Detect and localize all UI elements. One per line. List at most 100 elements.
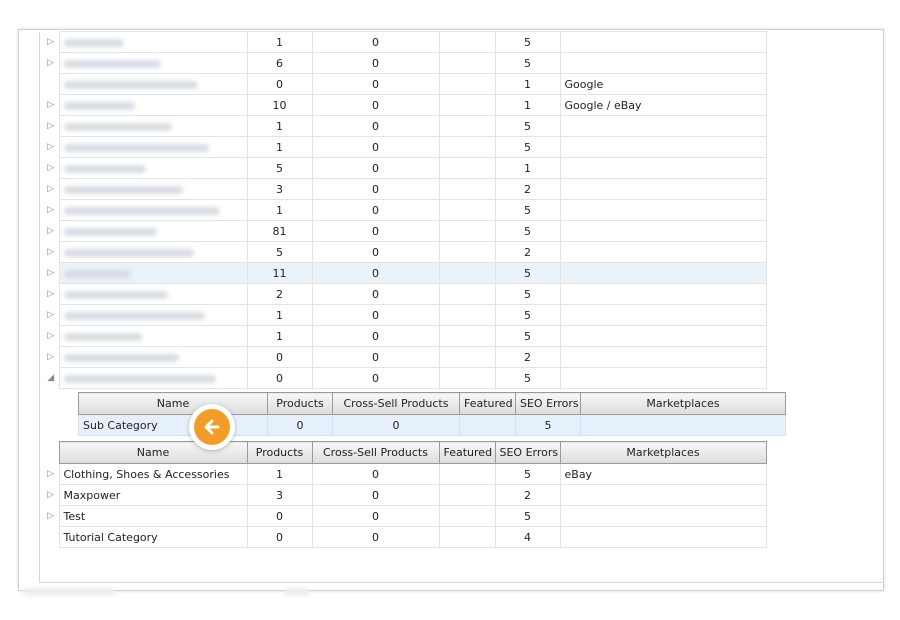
cell-seo-errors: 4 <box>494 526 561 548</box>
cell-products: 0 <box>246 73 313 95</box>
cell-name <box>58 325 248 347</box>
table-row[interactable]: Tutorial Category 0 0 4 <box>43 526 767 548</box>
expand-toggle-icon[interactable]: ▷ <box>43 179 59 200</box>
table-row[interactable]: ▷ 1 0 5 <box>43 325 767 347</box>
cell-seo-errors: 1 <box>494 94 561 116</box>
column-header-cross-sell[interactable]: Cross-Sell Products <box>311 441 440 464</box>
table-row[interactable]: ▷ 5 0 2 <box>43 241 767 263</box>
cell-cross-sell: 0 <box>311 367 440 389</box>
cell-products: 6 <box>246 52 313 74</box>
cell-seo-errors: 5 <box>494 199 561 221</box>
cell-marketplaces: Google / eBay <box>559 94 767 116</box>
table-row[interactable]: ▷ 5 0 1 <box>43 157 767 179</box>
cell-cross-sell: 0 <box>311 463 440 485</box>
table-row[interactable]: ▷ 1 0 5 <box>43 115 767 137</box>
table-row[interactable]: ▷ 1 0 5 <box>43 31 767 53</box>
table-row[interactable]: ▷ 11 0 5 <box>43 262 767 284</box>
cell-name <box>58 346 248 368</box>
table-row[interactable]: ▷ 6 0 5 <box>43 52 767 74</box>
expand-toggle-icon[interactable]: ▷ <box>43 284 59 305</box>
redacted-name <box>63 164 146 173</box>
cell-featured <box>438 241 496 263</box>
cell-marketplaces <box>559 526 767 548</box>
cell-products: 0 <box>246 367 313 389</box>
column-header-featured[interactable]: Featured <box>438 441 496 464</box>
table-row[interactable]: ▷ Test 0 0 5 <box>43 505 767 527</box>
table-row[interactable]: ▷ 1 0 5 <box>43 136 767 158</box>
column-header-products[interactable]: Products <box>246 441 313 464</box>
expand-toggle-icon[interactable]: ◢ <box>43 368 59 389</box>
column-header-seo-errors[interactable]: SEO Errors <box>515 392 581 415</box>
cell-cross-sell: 0 <box>311 157 440 179</box>
expand-toggle-icon[interactable]: ▷ <box>43 464 59 485</box>
redacted-name <box>63 143 209 152</box>
cell-name <box>58 94 248 116</box>
subcategory-row[interactable]: Sub Category 0 0 5 <box>78 414 786 436</box>
cell-marketplaces <box>559 178 767 200</box>
cell-cross-sell: 0 <box>311 505 440 527</box>
cell-featured <box>438 346 496 368</box>
cell-products: 3 <box>246 178 313 200</box>
table-row[interactable]: ▷ 3 0 2 <box>43 178 767 200</box>
expand-toggle-icon[interactable]: ▷ <box>43 200 59 221</box>
table-row[interactable]: ◢ 0 0 5 <box>43 367 767 389</box>
cell-marketplaces <box>559 136 767 158</box>
expand-toggle-icon[interactable]: ▷ <box>43 263 59 284</box>
table-row[interactable]: ▷ Maxpower 3 0 2 <box>43 484 767 506</box>
table-row[interactable]: ▷ Clothing, Shoes & Accessories 1 0 5 eBay <box>43 463 767 485</box>
redacted-name <box>63 38 124 47</box>
cell-marketplaces <box>559 505 767 527</box>
column-header-seo-errors[interactable]: SEO Errors <box>494 441 561 464</box>
cell-featured <box>438 526 496 548</box>
cell-name <box>58 115 248 137</box>
expand-toggle-icon[interactable]: ▷ <box>43 137 59 158</box>
cell-marketplaces <box>559 31 767 53</box>
cell-name: Test <box>58 505 248 527</box>
expand-toggle-icon[interactable]: ▷ <box>43 158 59 179</box>
redacted-name <box>63 332 142 341</box>
table-row[interactable]: ▷ 1 0 5 <box>43 304 767 326</box>
cell-cross-sell: 0 <box>311 73 440 95</box>
cell-seo-errors: 5 <box>494 304 561 326</box>
expand-toggle-icon[interactable]: ▷ <box>43 326 59 347</box>
cell-products: 0 <box>246 526 313 548</box>
expand-toggle-icon[interactable]: ▷ <box>43 242 59 263</box>
cell-seo-errors: 5 <box>494 262 561 284</box>
column-header-cross-sell[interactable]: Cross-Sell Products <box>332 392 460 415</box>
column-header-marketplaces[interactable]: Marketplaces <box>559 441 767 464</box>
table-row[interactable]: ▷ 2 0 5 <box>43 283 767 305</box>
table-row[interactable]: ▷ 0 0 2 <box>43 346 767 368</box>
redacted-name <box>63 374 216 383</box>
expand-toggle-icon[interactable]: ▷ <box>43 485 59 506</box>
expand-toggle-icon[interactable]: ▷ <box>43 53 59 74</box>
cell-marketplaces <box>559 325 767 347</box>
expand-toggle-icon[interactable]: ▷ <box>43 347 59 368</box>
expand-toggle-icon[interactable]: ▷ <box>43 95 59 116</box>
back-button[interactable] <box>189 404 235 450</box>
cell-name <box>58 136 248 158</box>
column-header-featured[interactable]: Featured <box>459 392 516 415</box>
column-header-name[interactable]: Name <box>78 392 268 415</box>
column-header-marketplaces[interactable]: Marketplaces <box>580 392 786 415</box>
column-header-products[interactable]: Products <box>267 392 333 415</box>
expand-toggle-icon[interactable]: ▷ <box>43 116 59 137</box>
cell-featured <box>438 157 496 179</box>
cell-featured <box>438 52 496 74</box>
cell-cross-sell: 0 <box>332 414 460 436</box>
cell-products: 1 <box>246 325 313 347</box>
table-row[interactable]: ▷ 1 0 5 <box>43 199 767 221</box>
cell-name <box>58 31 248 53</box>
expand-spacer <box>43 527 59 548</box>
cell-seo-errors: 5 <box>494 463 561 485</box>
cell-featured <box>438 136 496 158</box>
table-row[interactable]: ▷ 10 0 1 Google / eBay <box>43 94 767 116</box>
cell-featured <box>438 73 496 95</box>
expand-toggle-icon[interactable]: ▷ <box>43 32 59 53</box>
expand-toggle-icon[interactable]: ▷ <box>43 221 59 242</box>
table-row[interactable]: ▷ 81 0 5 <box>43 220 767 242</box>
table-row[interactable]: 0 0 1 Google <box>43 73 767 95</box>
expand-toggle-icon[interactable]: ▷ <box>43 305 59 326</box>
expand-toggle-icon[interactable]: ▷ <box>43 506 59 527</box>
cell-products: 81 <box>246 220 313 242</box>
cell-marketplaces <box>559 484 767 506</box>
